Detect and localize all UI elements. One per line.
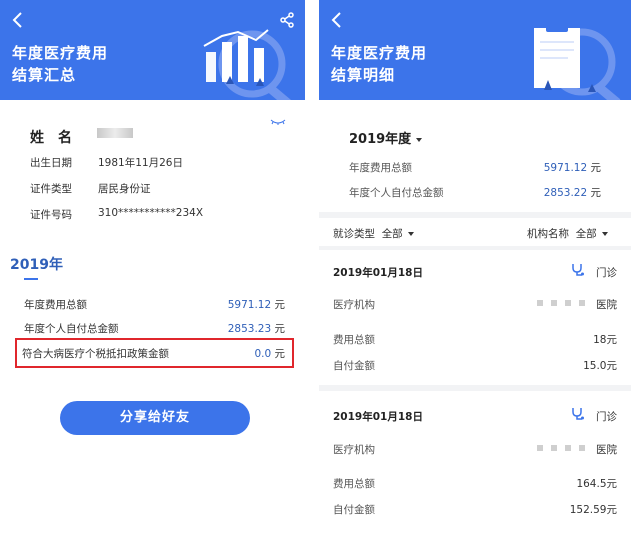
panel-divider [305, 0, 319, 535]
id-number-value: 310***********234X [98, 207, 204, 219]
name-blurred-value [97, 128, 133, 138]
tax-deduction-label: 符合大病医疗个税抵扣政策金额 [22, 348, 169, 360]
org-label: 医疗机构 [333, 299, 375, 311]
header-title-line1: 年度医疗费用 [12, 44, 109, 62]
annual-total-label: 年度费用总额 [349, 162, 412, 174]
id-type-value: 居民身份证 [98, 183, 151, 195]
self-pay-value: 152.59元 [569, 504, 617, 516]
org-blurred-name [537, 300, 585, 306]
summary-screen: 年度医疗费用 结算汇总 姓 名 出生日期 1981年11月26日 证件类型 居民… [0, 0, 305, 535]
id-number-label: 证件号码 [30, 209, 72, 221]
header-title-line2: 结算明细 [331, 66, 396, 84]
fee-value: 164.5元 [576, 478, 617, 490]
record-kind: 门诊 [596, 267, 617, 279]
id-type-label: 证件类型 [30, 183, 72, 195]
org-blurred-name [537, 445, 585, 451]
header-title-line1: 年度医疗费用 [331, 44, 428, 62]
stethoscope-icon [572, 408, 584, 420]
back-arrow-icon[interactable] [10, 10, 26, 30]
fee-label: 费用总额 [333, 334, 375, 346]
summary-header: 年度医疗费用 结算汇总 [0, 0, 305, 100]
annual-total-value: 5971.12 元 [543, 162, 601, 174]
org-label: 医疗机构 [333, 444, 375, 456]
header-title-line2: 结算汇总 [12, 66, 77, 84]
tax-deduction-value: 0.0 元 [254, 348, 285, 360]
annual-self-value: 2853.23 元 [227, 323, 285, 335]
share-to-friends-button[interactable]: 分享给好友 [60, 401, 250, 435]
section-separator [319, 246, 631, 250]
annual-self-label: 年度个人自付总金额 [349, 187, 444, 199]
detail-screen: 年度医疗费用 结算明细 2019年度 年度费用总额 5971.12 元 年度个人… [319, 0, 631, 535]
org-name-filter[interactable]: 机构名称 全部 [527, 226, 608, 241]
hide-eye-icon[interactable] [270, 118, 286, 126]
detail-header: 年度医疗费用 结算明细 [319, 0, 631, 100]
birth-value: 1981年11月26日 [98, 157, 183, 169]
fee-value: 18元 [593, 334, 617, 346]
section-separator [319, 212, 631, 218]
annual-self-value: 2853.22 元 [543, 187, 601, 199]
birth-label: 出生日期 [30, 157, 72, 169]
record-date: 2019年01月18日 [333, 267, 423, 279]
bar-chart-illustration-icon [203, 29, 292, 100]
visit-type-filter[interactable]: 就诊类型 全部 [333, 226, 414, 241]
name-label: 姓 名 [30, 130, 72, 146]
self-pay-label: 自付金额 [333, 360, 375, 372]
self-pay-value: 15.0元 [583, 360, 617, 372]
record-kind: 门诊 [596, 411, 617, 423]
section-separator [319, 385, 631, 391]
annual-self-label: 年度个人自付总金额 [24, 323, 119, 335]
year-title: 2019年 [10, 257, 63, 273]
year-dropdown[interactable]: 2019年度 [349, 128, 423, 147]
back-arrow-icon[interactable] [329, 10, 345, 30]
year-underline [24, 278, 38, 280]
clipboard-illustration-icon [534, 23, 621, 100]
org-suffix: 医院 [596, 444, 617, 456]
record-date: 2019年01月18日 [333, 411, 423, 423]
self-pay-label: 自付金额 [333, 504, 375, 516]
stethoscope-icon [572, 264, 584, 276]
fee-label: 费用总额 [333, 478, 375, 490]
annual-total-value: 5971.12 元 [227, 299, 285, 311]
org-suffix: 医院 [596, 299, 617, 311]
annual-total-label: 年度费用总额 [24, 299, 87, 311]
